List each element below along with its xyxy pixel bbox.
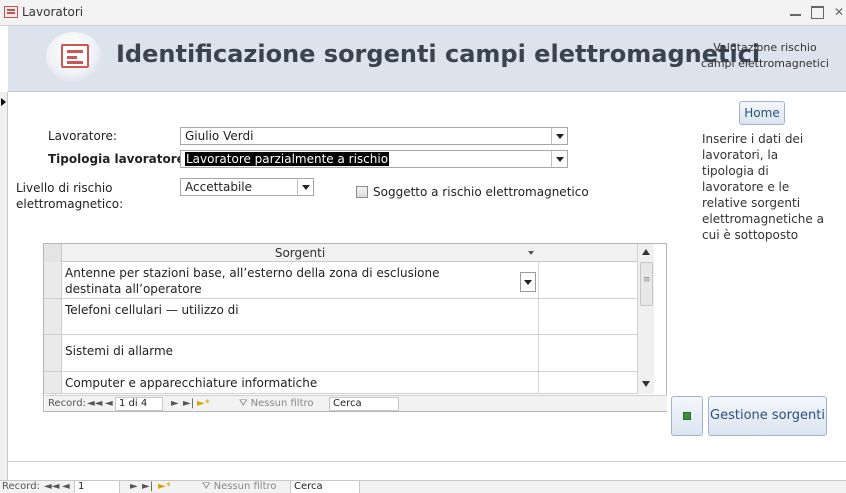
livello-label-line2: elettromagnetico: [16,197,124,211]
scroll-down-icon[interactable] [642,381,650,387]
search-input[interactable]: Cerca [290,480,360,493]
row-selector[interactable] [44,372,62,393]
livello-label: Livello di rischio elettromagnetico: [16,180,123,212]
sorgente-cell[interactable]: Sistemi di allarme [65,343,520,359]
page-title: Identificazione sorgenti campi elettroma… [116,40,761,68]
scroll-up-icon[interactable] [642,249,650,255]
row-extra-cell[interactable] [538,262,637,298]
sorgenti-column-header[interactable]: Sorgenti [63,246,537,260]
sort-dropdown-icon[interactable] [528,251,534,255]
last-record-icon[interactable]: ►| [183,398,194,409]
subform-header: Sorgenti [44,244,637,262]
lavoratore-dropdown-icon[interactable] [551,128,567,144]
sorgente-cell[interactable]: Antenne per stazioni base, all’esterno d… [65,265,520,297]
sorgente-text-line1: Antenne per stazioni base, all’esterno d… [65,266,440,280]
record-selector-bar-bottom [0,462,8,480]
close-button[interactable]: ✕ [830,4,846,20]
record-position-input[interactable]: 1 [74,480,120,493]
sorgenti-subform: Sorgenti Antenne per stazioni base, all’… [43,243,667,412]
home-button[interactable]: Home [739,101,785,125]
record-label: Record: [48,398,86,409]
window-titlebar: Lavoratori ✕ [0,0,846,26]
lavoratore-value: Giulio Verdi [185,129,254,143]
header-subtitle: Valutazione rischio campi elettromagneti… [690,40,840,72]
first-record-icon[interactable]: ◄◄ [44,481,59,492]
livello-label-line1: Livello di rischio [16,181,113,195]
row-selector[interactable] [44,299,62,334]
current-record-icon [1,98,6,106]
new-record-icon[interactable]: ►* [158,481,171,492]
gestione-icon-button[interactable] [671,396,703,436]
table-row[interactable]: Antenne per stazioni base, all’esterno d… [44,262,637,299]
no-filter-toggle[interactable]: ⛛ Nessun filtro [202,481,277,492]
help-text: Inserire i dati dei lavoratori, la tipol… [702,132,824,242]
sorgente-text: Sistemi di allarme [65,344,174,358]
maximize-button[interactable] [808,4,826,20]
livello-dropdown-icon[interactable] [297,179,313,195]
sorgente-text: Telefoni cellulari — utilizzo di [65,303,239,317]
prev-record-icon[interactable]: ◄ [105,398,113,409]
table-row[interactable]: Telefoni cellulari — utilizzo di [44,299,637,335]
lavoratore-label: Lavoratore: [48,129,117,143]
livello-value: Accettabile [185,180,253,194]
livello-combobox[interactable]: Accettabile [180,178,314,196]
window-title: Lavoratori [22,5,84,19]
row-selector[interactable] [44,335,62,371]
minimize-button[interactable] [787,4,805,20]
main-record-navigator: Record: ◄◄ ◄ 1 ► ►| ►* ⛛ Nessun filtro C… [0,480,846,493]
first-record-icon[interactable]: ◄◄ [87,398,102,409]
search-input[interactable]: Cerca [329,397,399,411]
next-record-icon[interactable]: ► [171,398,179,409]
sorgente-dropdown-icon[interactable] [520,272,536,292]
filter-label: Nessun filtro [250,398,314,409]
green-square-icon [683,412,691,420]
select-all-corner[interactable] [44,244,62,262]
prev-record-icon[interactable]: ◄ [62,481,70,492]
last-record-icon[interactable]: ►| [142,481,153,492]
tipologia-label: Tipologia lavoratore: [48,152,190,166]
form-icon [61,44,89,68]
sorgente-cell[interactable]: Telefoni cellulari — utilizzo di [65,302,520,318]
form-logo [46,32,102,82]
tipologia-dropdown-icon[interactable] [551,151,567,167]
table-row[interactable]: Computer e apparecchiature informatiche [44,372,637,394]
filter-icon: ⛛ [239,398,251,409]
footer-divider [8,461,846,462]
sorgente-text-line2: destinata all’operatore [65,282,202,296]
form-app-icon [4,6,18,18]
record-label: Record: [2,481,40,492]
tipologia-value: Lavoratore parzialmente a rischio [185,152,390,166]
record-selector-bar[interactable] [0,92,8,462]
filter-label: Nessun filtro [213,481,277,492]
form-header: Identificazione sorgenti campi elettroma… [8,26,846,92]
gestione-sorgenti-button[interactable]: Gestione sorgenti [708,396,827,436]
header-subtitle-line1: Valutazione rischio [713,41,817,54]
table-row[interactable]: Sistemi di allarme [44,335,637,372]
no-filter-toggle[interactable]: ⛛ Nessun filtro [239,398,314,409]
row-extra-cell[interactable] [538,299,637,334]
soggetto-label: Soggetto a rischio elettromagnetico [373,185,589,199]
tipologia-combobox[interactable]: Lavoratore parzialmente a rischio [180,150,568,168]
row-extra-cell[interactable] [538,372,637,393]
sorgente-text: Computer e apparecchiature informatiche [65,376,318,390]
filter-icon: ⛛ [202,481,214,492]
lavoratore-combobox[interactable]: Giulio Verdi [180,127,568,145]
subform-scrollbar[interactable] [637,244,654,394]
next-record-icon[interactable]: ► [130,481,138,492]
new-record-icon[interactable]: ►* [197,398,210,409]
row-extra-cell[interactable] [538,335,637,371]
sorgente-cell[interactable]: Computer e apparecchiature informatiche [65,375,520,391]
scroll-thumb[interactable] [640,262,653,306]
soggetto-checkbox[interactable] [356,186,368,198]
subform-record-navigator: Record: ◄◄ ◄ 1 di 4 ► ►| ►* ⛛ Nessun fil… [45,395,667,411]
row-selector[interactable] [44,262,62,298]
record-position-input[interactable]: 1 di 4 [115,397,163,411]
header-subtitle-line2: campi elettromagnetici [701,57,829,70]
